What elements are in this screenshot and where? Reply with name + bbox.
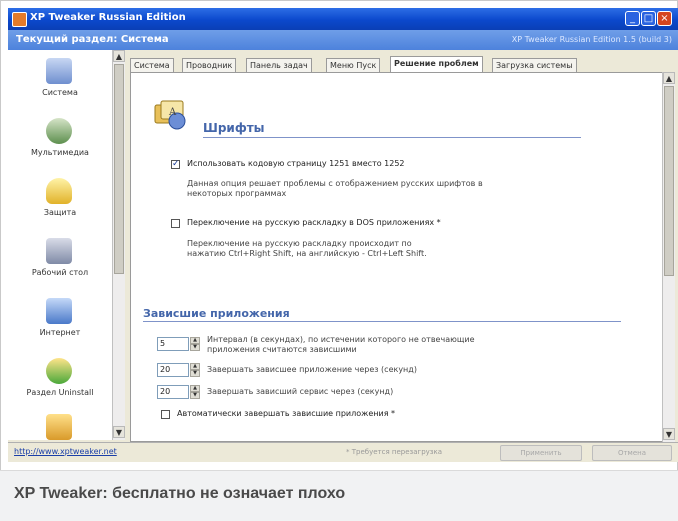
- dos-layout-checkbox[interactable]: [171, 219, 180, 228]
- sidebar-item-label: Интернет: [39, 328, 81, 337]
- kill-app-timeout-stepper[interactable]: 20 ▲ ▼: [157, 363, 201, 377]
- app-window: XP Tweaker Russian Edition _ □ × Текущий…: [8, 8, 678, 462]
- settings-scrollbar[interactable]: ▲ ▼: [662, 72, 675, 442]
- spin-up-icon[interactable]: ▲: [190, 337, 200, 344]
- minimize-button[interactable]: _: [625, 11, 640, 26]
- sidebar-item-multimedia[interactable]: Мультимедиа: [8, 116, 112, 174]
- category-sidebar: Система Мультимедиа Защита Рабочий стол …: [8, 50, 113, 440]
- spin-down-icon[interactable]: ▼: [190, 392, 200, 399]
- sidebar-item-desktop[interactable]: Рабочий стол: [8, 236, 112, 294]
- folder-icon: [46, 414, 72, 440]
- sidebar-item-system[interactable]: Система: [8, 56, 112, 114]
- spin-up-icon[interactable]: ▲: [190, 385, 200, 392]
- settings-panel: A Шрифты ✓ Использовать кодовую страницу…: [130, 72, 664, 442]
- section-divider: [203, 137, 581, 138]
- hung-interval-text-line2: приложения считаются зависшими: [207, 345, 357, 354]
- scroll-down-arrow-icon[interactable]: ▼: [663, 428, 675, 440]
- kill-app-timeout-input[interactable]: 20: [157, 363, 189, 377]
- auto-close-hung-checkbox[interactable]: [161, 410, 170, 419]
- maximize-button[interactable]: □: [641, 11, 656, 26]
- dos-layout-desc-line2: нажатию Ctrl+Right Shift, на английскую …: [187, 249, 427, 258]
- network-icon: [46, 298, 72, 324]
- tab-start-menu[interactable]: Меню Пуск: [326, 58, 381, 72]
- codepage-1251-label: Использовать кодовую страницу 1251 вмест…: [187, 159, 405, 168]
- scroll-thumb[interactable]: [114, 64, 124, 274]
- kill-app-timeout-text: Завершать зависшее приложение через (сек…: [207, 365, 417, 374]
- stepper-buttons: ▲ ▼: [190, 385, 200, 399]
- kill-service-timeout-text: Завершать зависший сервис через (секунд): [207, 387, 394, 396]
- codepage-desc-line1: Данная опция решает проблемы с отображен…: [187, 179, 483, 188]
- section-divider: [143, 321, 621, 322]
- tab-explorer[interactable]: Проводник: [182, 58, 237, 72]
- scroll-up-arrow-icon[interactable]: ▲: [663, 72, 675, 84]
- stepper-buttons: ▲ ▼: [190, 363, 200, 377]
- desktop-icon: [46, 238, 72, 264]
- caption-text: XP Tweaker: бесплатно не означает плохо: [14, 485, 346, 502]
- website-link[interactable]: http://www.xptweaker.net: [14, 447, 117, 456]
- status-bar: http://www.xptweaker.net * Требуется пер…: [8, 442, 678, 462]
- tab-system[interactable]: Система: [130, 58, 174, 72]
- section-info-bar: Текущий раздел: Система XP Tweaker Russi…: [8, 30, 678, 50]
- sidebar-scrollbar[interactable]: ▲ ▼: [112, 50, 125, 440]
- caption-box: XP Tweaker: бесплатно не означает плохо: [0, 470, 678, 521]
- auto-close-hung-label: Автоматически завершать зависшие приложе…: [177, 409, 396, 418]
- cancel-button[interactable]: Отмена: [592, 445, 672, 461]
- sidebar-item-internet[interactable]: Интернет: [8, 296, 112, 354]
- close-button[interactable]: ×: [657, 11, 672, 26]
- title-bar[interactable]: XP Tweaker Russian Edition _ □ ×: [8, 8, 678, 30]
- system-icon: [46, 58, 72, 84]
- reboot-required-note: * Требуется перезагрузка: [346, 448, 443, 456]
- current-section-breadcrumb: Текущий раздел: Система: [16, 34, 169, 45]
- scroll-up-arrow-icon[interactable]: ▲: [113, 50, 125, 62]
- tab-boot[interactable]: Загрузка системы: [492, 58, 577, 72]
- dos-layout-desc-line1: Переключение на русскую раскладку происх…: [187, 239, 412, 248]
- fonts-section-title: Шрифты: [203, 121, 265, 135]
- sidebar-item-label: Система: [42, 88, 78, 97]
- dos-layout-label: Переключение на русскую раскладку в DOS …: [187, 218, 441, 227]
- sidebar-item-security[interactable]: Защита: [8, 176, 112, 234]
- window-title: XP Tweaker Russian Edition: [30, 12, 186, 23]
- hung-apps-section-title: Зависшие приложения: [143, 307, 290, 320]
- sidebar-item-label: Рабочий стол: [31, 268, 89, 277]
- codepage-1251-checkbox[interactable]: ✓: [171, 160, 180, 169]
- app-icon: [12, 12, 27, 27]
- tab-troubleshooting[interactable]: Решение проблем: [390, 56, 483, 72]
- fonts-section-icon: A: [154, 100, 186, 130]
- sidebar-item-folder[interactable]: [8, 412, 112, 440]
- codepage-desc-line2: некоторых программах: [187, 189, 287, 198]
- svg-text:A: A: [168, 107, 177, 118]
- security-icon: [46, 178, 72, 204]
- hung-interval-input[interactable]: 5: [157, 337, 189, 351]
- sidebar-item-label: Мультимедиа: [31, 148, 89, 157]
- edition-label: XP Tweaker Russian Edition 1.5 (build 3): [511, 35, 672, 44]
- scroll-thumb[interactable]: [664, 86, 674, 276]
- hung-interval-text-line1: Интервал (в секундах), по истечении кото…: [207, 335, 475, 344]
- kill-service-timeout-stepper[interactable]: 20 ▲ ▼: [157, 385, 201, 399]
- hung-interval-stepper[interactable]: 5 ▲ ▼: [157, 337, 201, 351]
- tab-taskbar[interactable]: Панель задач: [246, 58, 312, 72]
- apply-button[interactable]: Применить: [500, 445, 582, 461]
- sidebar-item-uninstall[interactable]: Раздел Uninstall: [8, 356, 112, 414]
- stepper-buttons: ▲ ▼: [190, 337, 200, 351]
- spin-down-icon[interactable]: ▼: [190, 344, 200, 351]
- multimedia-icon: [46, 118, 72, 144]
- spin-up-icon[interactable]: ▲: [190, 363, 200, 370]
- sidebar-item-label: Раздел Uninstall: [26, 388, 94, 397]
- kill-service-timeout-input[interactable]: 20: [157, 385, 189, 399]
- spin-down-icon[interactable]: ▼: [190, 370, 200, 377]
- sidebar-item-label: Защита: [43, 208, 77, 217]
- scroll-down-arrow-icon[interactable]: ▼: [113, 426, 125, 438]
- tab-strip: Система Проводник Панель задач Меню Пуск…: [130, 56, 678, 72]
- uninstall-icon: [46, 358, 72, 384]
